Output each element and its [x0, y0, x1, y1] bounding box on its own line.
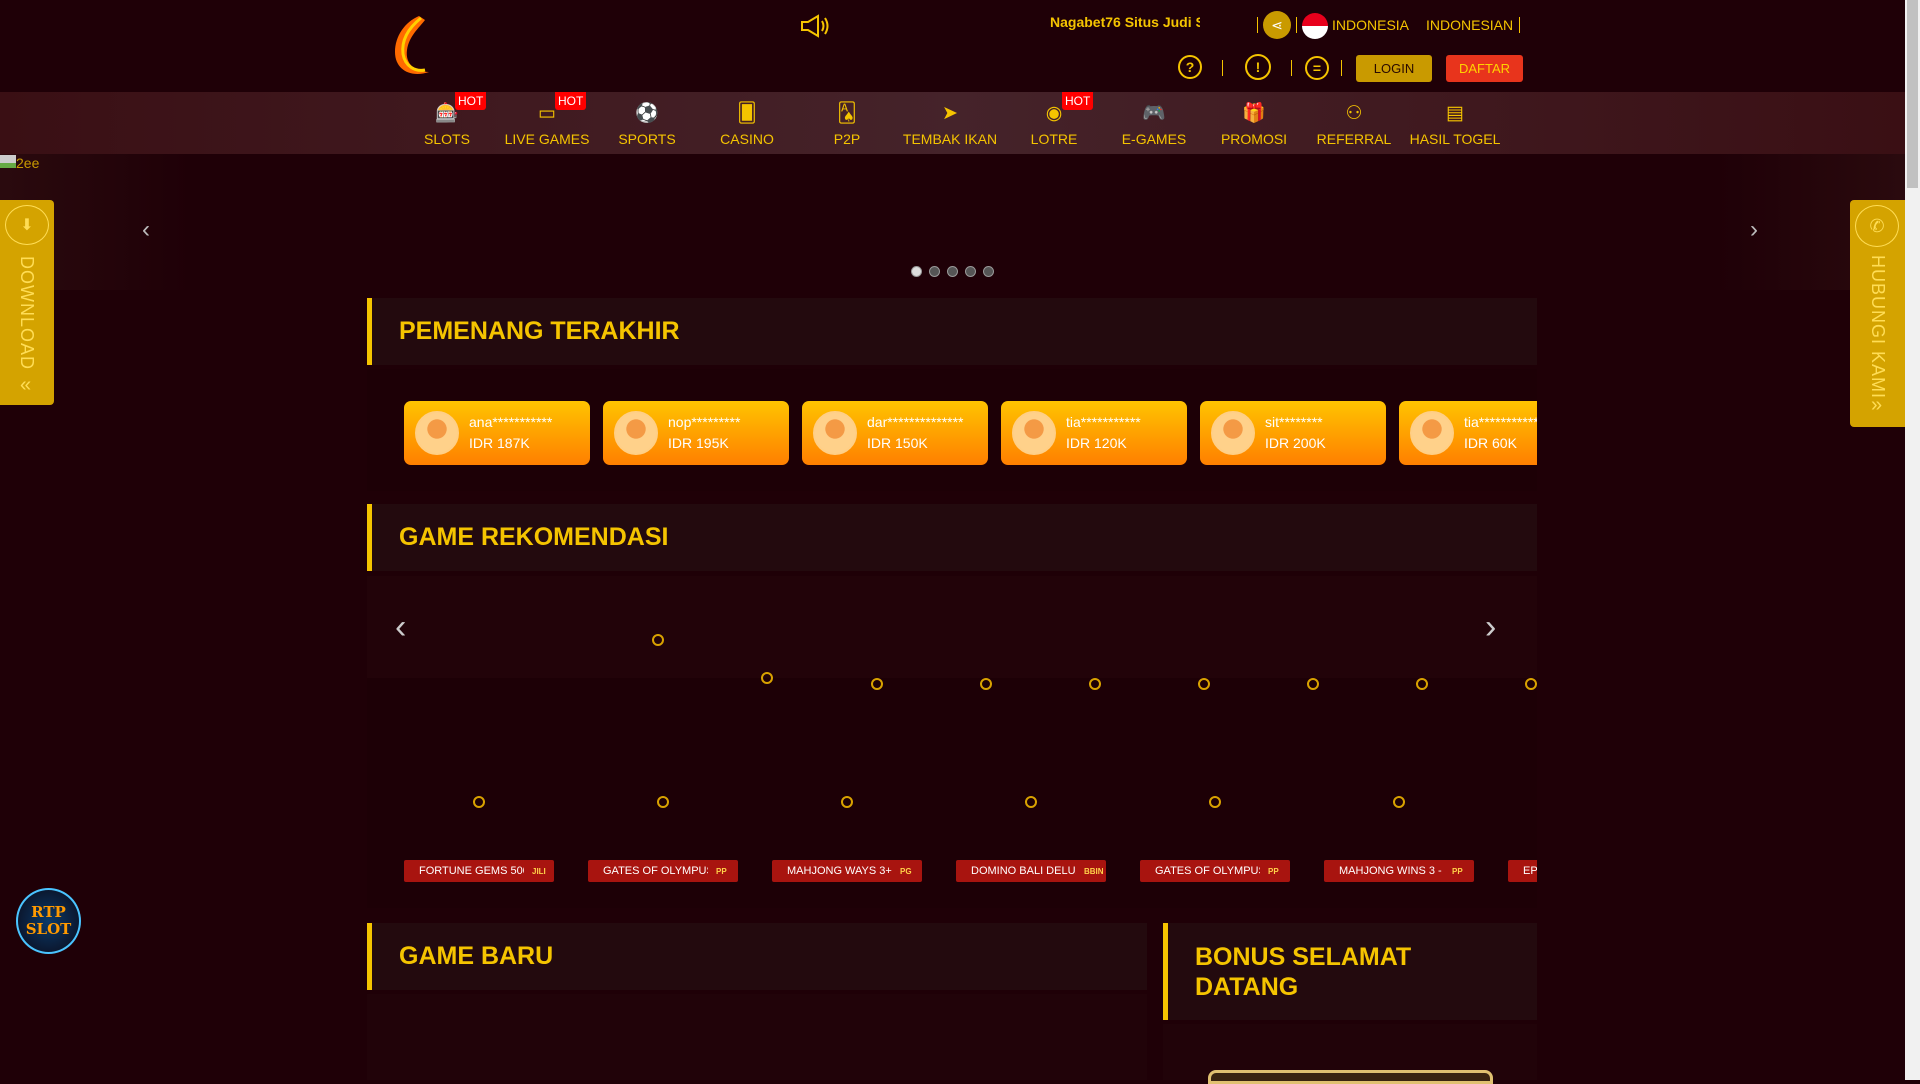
rtp-slot-button[interactable]: RTP SLOT: [16, 888, 81, 954]
loading-spinner: [980, 678, 992, 690]
scrollbar-thumb[interactable]: [1907, 0, 1918, 188]
bonus-section: [1163, 1024, 1537, 1084]
download-icon: ⬇: [5, 205, 49, 245]
loading-spinner: [1307, 678, 1319, 690]
loading-spinner: [1209, 796, 1221, 808]
game-title: GATES OF OLYMPUS: [603, 865, 708, 877]
loading-spinner: [657, 796, 669, 808]
expand-icon: »: [1871, 394, 1883, 416]
collapse-icon: «: [20, 374, 32, 396]
game-tile[interactable]: MAHJONG WAYS 3+ PG: [772, 860, 922, 882]
game-tile[interactable]: MAHJONG WINS 3 - PP: [1324, 860, 1474, 882]
game-title: MAHJONG WAYS 3+: [787, 865, 892, 877]
loading-spinner: [473, 796, 485, 808]
game-title: GATES OF OLYMPUS: [1155, 865, 1260, 877]
slot-label: SLOT: [25, 920, 72, 938]
download-tab[interactable]: ⬇ DOWNLOAD «: [0, 200, 54, 405]
provider-logo: PG: [900, 866, 912, 876]
loading-spinner: [841, 796, 853, 808]
provider-logo: BBIN: [1084, 866, 1104, 876]
loading-spinner: [1577, 796, 1589, 808]
broken-image-icon: [0, 155, 16, 168]
loading-spinner: [1025, 796, 1037, 808]
banner-prev-arrow[interactable]: ‹: [142, 216, 150, 244]
contact-label: HUBUNGI KAMI: [1868, 255, 1888, 400]
loading-spinner: [652, 634, 664, 646]
bonus-frame: [1208, 1070, 1493, 1084]
game-tile[interactable]: GATES OF OLYMPUS PP: [1140, 860, 1290, 882]
game-tile[interactable]: FORTUNE GEMS 500 JILI: [404, 860, 554, 882]
provider-logo: PP: [1268, 866, 1279, 876]
loading-spinner: [1416, 678, 1428, 690]
banner-alt-text: 2ee: [16, 155, 40, 171]
game-tile[interactable]: GATES OF OLYMPUS PP: [588, 860, 738, 882]
broken-banner-image: 2ee: [0, 155, 39, 171]
loading-spinner: [1393, 796, 1405, 808]
loading-spinner: [1525, 678, 1537, 690]
provider-logo: PP: [1452, 866, 1463, 876]
new-games-section: [367, 994, 1147, 1080]
contact-tab[interactable]: ✆ HUBUNGI KAMI »: [1850, 200, 1905, 427]
loading-spinner: [871, 678, 883, 690]
loading-spinner: [761, 672, 773, 684]
provider-logo: PP: [716, 866, 727, 876]
banner-next-arrow[interactable]: ›: [1750, 216, 1758, 244]
game-title: FORTUNE GEMS 500: [419, 865, 524, 877]
rtp-label: RTP: [31, 903, 66, 921]
game-title: EPIC: [1523, 865, 1549, 877]
provider-logo: JILI: [532, 866, 546, 876]
phone-icon: ✆: [1855, 205, 1899, 247]
game-title: DOMINO BALI DELUXE: [971, 865, 1076, 877]
game-tile[interactable]: EPIC: [1508, 860, 1549, 882]
loading-spinner: [1089, 678, 1101, 690]
download-label: DOWNLOAD: [17, 256, 37, 371]
game-title: MAHJONG WINS 3 -: [1339, 865, 1442, 877]
game-tile[interactable]: DOMINO BALI DELUXE BBIN: [956, 860, 1106, 882]
loading-spinner: [1198, 678, 1210, 690]
new-games-title: GAME BARU: [367, 923, 1147, 990]
bonus-title: BONUS SELAMAT DATANG: [1163, 923, 1537, 1020]
